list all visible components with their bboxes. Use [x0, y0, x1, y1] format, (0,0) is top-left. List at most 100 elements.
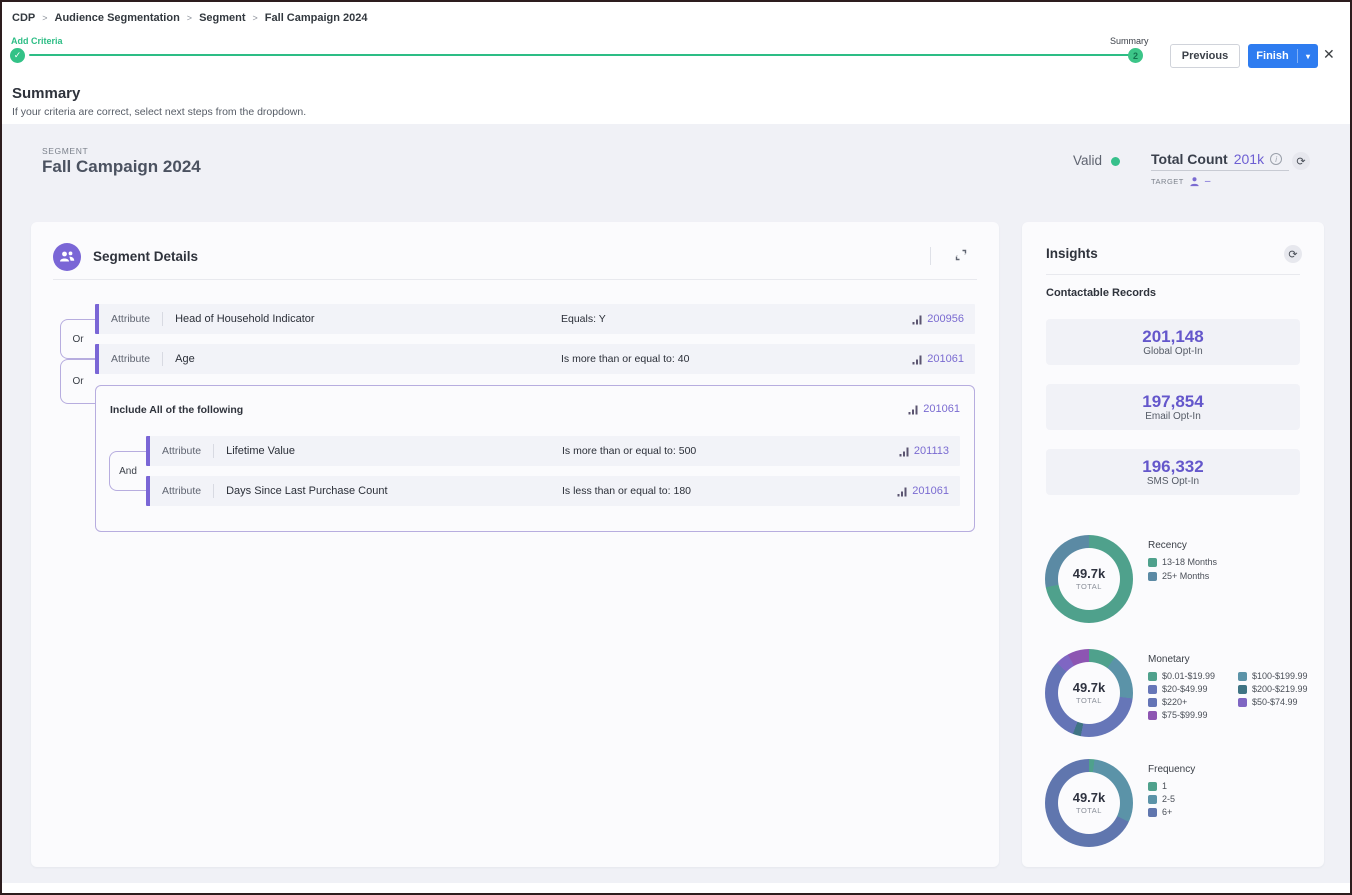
- criterion-row[interactable]: Attribute Days Since Last Purchase Count…: [146, 476, 960, 506]
- legend-item: $0.01-$19.99: [1148, 671, 1215, 681]
- bar-chart-icon: [908, 404, 919, 415]
- bar-chart-icon: [912, 354, 923, 365]
- breadcrumb-item[interactable]: CDP: [12, 12, 35, 24]
- stat-sms-opt-in: 196,332 SMS Opt-In: [1046, 449, 1300, 495]
- criterion-condition: Equals: Y: [561, 313, 606, 325]
- refresh-insights-icon[interactable]: ⟳: [1284, 245, 1302, 263]
- stepper-step2-label: Summary: [1110, 36, 1149, 46]
- legend-swatch: [1148, 795, 1157, 804]
- row-divider: [213, 484, 214, 498]
- row-divider: [213, 444, 214, 458]
- bar-chart-icon: [899, 446, 910, 457]
- frequency-legend-title: Frequency: [1148, 764, 1195, 775]
- finish-button[interactable]: Finish ▾: [1248, 44, 1318, 68]
- stat-label: Email Opt-In: [1145, 411, 1201, 422]
- total-count-underline: [1151, 170, 1289, 171]
- donut-center: 49.7k TOTAL: [1058, 772, 1120, 834]
- legend-item: $200-$219.99: [1238, 684, 1308, 694]
- legend-item: 6+: [1148, 807, 1172, 817]
- total-count-label: Total Count: [1151, 151, 1228, 167]
- legend-swatch: [1148, 685, 1157, 694]
- or-connector: Or: [60, 319, 95, 359]
- card-divider: [1046, 274, 1300, 275]
- legend-item: $75-$99.99: [1148, 710, 1208, 720]
- legend-item: 1: [1148, 781, 1167, 791]
- legend-item: 25+ Months: [1148, 571, 1209, 581]
- recency-donut-chart: 49.7k TOTAL: [1045, 535, 1133, 623]
- criterion-type-label: Attribute: [99, 313, 150, 325]
- page-subtitle: If your criteria are correct, select nex…: [12, 106, 306, 118]
- criterion-row[interactable]: Attribute Age Is more than or equal to: …: [95, 344, 975, 374]
- status-dot-icon: [1111, 157, 1120, 166]
- previous-button[interactable]: Previous: [1170, 44, 1240, 68]
- stat-value: 196,332: [1142, 457, 1203, 477]
- criterion-condition: Is more than or equal to: 500: [562, 445, 696, 457]
- info-icon[interactable]: i: [1270, 153, 1282, 165]
- bar-chart-icon: [912, 314, 923, 325]
- stat-value: 201,148: [1142, 327, 1203, 347]
- criterion-count[interactable]: 201061: [912, 353, 964, 365]
- recency-legend-title: Recency: [1148, 540, 1187, 551]
- caret-down-icon[interactable]: ▾: [1298, 52, 1318, 61]
- row-divider: [162, 312, 163, 326]
- expand-icon[interactable]: [954, 248, 968, 267]
- close-icon[interactable]: ✕: [1323, 46, 1335, 63]
- criterion-count[interactable]: 201061: [897, 485, 949, 497]
- criterion-attribute-name: Head of Household Indicator: [175, 313, 314, 325]
- donut-center: 49.7k TOTAL: [1058, 662, 1120, 724]
- legend-swatch: [1148, 808, 1157, 817]
- breadcrumb-separator-icon: >: [42, 13, 47, 23]
- breadcrumb-separator-icon: >: [187, 13, 192, 23]
- segment-name: Fall Campaign 2024: [42, 157, 201, 177]
- target-row: TARGET –: [1151, 176, 1210, 187]
- legend-swatch: [1148, 572, 1157, 581]
- legend-item: $20-$49.99: [1148, 684, 1208, 694]
- segment-group-icon: [53, 243, 81, 271]
- legend-swatch: [1148, 711, 1157, 720]
- monetary-legend-title: Monetary: [1148, 654, 1190, 665]
- bar-chart-icon: [897, 486, 908, 497]
- criteria-group: Include All of the following 201061 Attr…: [95, 385, 975, 532]
- legend-swatch: [1238, 698, 1247, 707]
- legend-item: $50-$74.99: [1238, 697, 1298, 707]
- criterion-condition: Is more than or equal to: 40: [561, 353, 689, 365]
- row-divider: [162, 352, 163, 366]
- criterion-row[interactable]: Attribute Head of Household Indicator Eq…: [95, 304, 975, 334]
- step-complete-check-icon: ✓: [10, 48, 25, 63]
- stat-global-opt-in: 201,148 Global Opt-In: [1046, 319, 1300, 365]
- breadcrumb-separator-icon: >: [253, 13, 258, 23]
- summary-section: SEGMENT Fall Campaign 2024 Valid Total C…: [2, 124, 1350, 883]
- criterion-type-label: Attribute: [99, 353, 150, 365]
- breadcrumb: CDP > Audience Segmentation > Segment > …: [12, 12, 368, 24]
- person-icon[interactable]: [1189, 176, 1200, 187]
- criterion-count[interactable]: 201113: [899, 445, 949, 457]
- stepper-step1-label: Add Criteria: [11, 36, 63, 46]
- criterion-row[interactable]: Attribute Lifetime Value Is more than or…: [146, 436, 960, 466]
- stepper-progress-line: [29, 54, 1129, 56]
- frequency-donut-chart: 49.7k TOTAL: [1045, 759, 1133, 847]
- breadcrumb-item[interactable]: Audience Segmentation: [55, 12, 180, 24]
- criterion-type-label: Attribute: [150, 485, 201, 497]
- legend-swatch: [1148, 672, 1157, 681]
- legend-item: 13-18 Months: [1148, 557, 1217, 567]
- legend-swatch: [1148, 782, 1157, 791]
- stat-label: SMS Opt-In: [1147, 476, 1199, 487]
- total-count-row: Total Count 201k i: [1151, 151, 1282, 167]
- donut-center: 49.7k TOTAL: [1058, 548, 1120, 610]
- or-connector: Or: [60, 359, 95, 404]
- and-connector: And: [109, 451, 146, 491]
- stat-value: 197,854: [1142, 392, 1203, 412]
- criterion-count[interactable]: 200956: [912, 313, 964, 325]
- target-value: –: [1205, 176, 1211, 187]
- refresh-count-icon[interactable]: ⟳: [1292, 152, 1310, 170]
- legend-item: $220+: [1148, 697, 1187, 707]
- contactable-records-label: Contactable Records: [1046, 287, 1156, 299]
- monetary-donut-chart: 49.7k TOTAL: [1045, 649, 1133, 737]
- stat-label: Global Opt-In: [1143, 346, 1202, 357]
- card-divider: [53, 279, 977, 280]
- criterion-condition: Is less than or equal to: 180: [562, 485, 691, 497]
- breadcrumb-item[interactable]: Segment: [199, 12, 245, 24]
- page-title: Summary: [12, 85, 80, 102]
- segment-eyebrow-label: SEGMENT: [42, 146, 88, 156]
- group-count[interactable]: 201061: [908, 403, 960, 415]
